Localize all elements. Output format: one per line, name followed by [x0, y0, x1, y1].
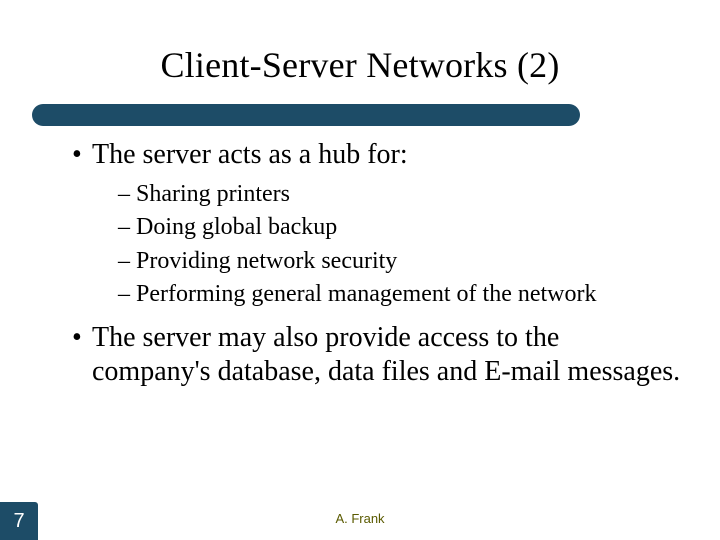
- sub-bullet-text: Doing global backup: [136, 213, 682, 242]
- sub-bullet-item: – Sharing printers: [118, 180, 682, 209]
- bullet-glyph: •: [72, 138, 92, 172]
- title-region: Client-Server Networks (2): [0, 44, 720, 86]
- sub-bullet-item: – Doing global backup: [118, 213, 682, 242]
- slide: Client-Server Networks (2) • The server …: [0, 0, 720, 540]
- bullet-glyph: •: [72, 321, 92, 355]
- body-content: • The server acts as a hub for: – Sharin…: [72, 138, 682, 398]
- slide-title: Client-Server Networks (2): [0, 44, 720, 86]
- bullet-text: The server may also provide access to th…: [92, 321, 682, 389]
- sub-bullet-text: Sharing printers: [136, 180, 682, 209]
- title-underline-bar: [32, 104, 580, 126]
- bullet-item: • The server may also provide access to …: [72, 321, 682, 389]
- sub-bullet-item: – Performing general management of the n…: [118, 280, 682, 309]
- dash-glyph: –: [118, 280, 136, 309]
- dash-glyph: –: [118, 180, 136, 209]
- sub-list: – Sharing printers – Doing global backup…: [118, 180, 682, 309]
- sub-bullet-text: Performing general management of the net…: [136, 280, 682, 309]
- bullet-item: • The server acts as a hub for:: [72, 138, 682, 172]
- bullet-text: The server acts as a hub for:: [92, 138, 682, 172]
- sub-bullet-text: Providing network security: [136, 247, 682, 276]
- sub-bullet-item: – Providing network security: [118, 247, 682, 276]
- dash-glyph: –: [118, 247, 136, 276]
- footer-author: A. Frank: [0, 511, 720, 526]
- dash-glyph: –: [118, 213, 136, 242]
